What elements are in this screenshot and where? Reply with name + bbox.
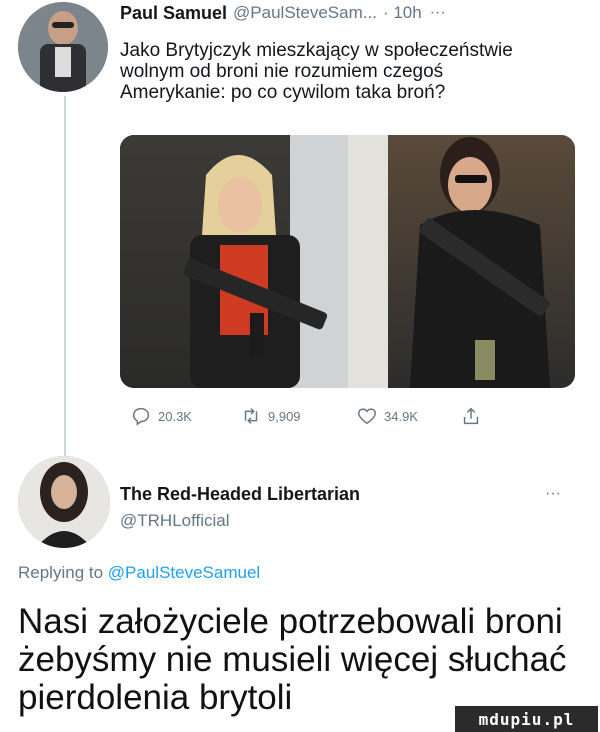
tweet-header: Paul Samuel @PaulSteveSam... · 10h ··· [120,0,590,26]
replying-to-handle[interactable]: @PaulSteveSamuel [108,563,260,582]
retweet-icon [244,408,258,424]
reply-author-handle[interactable]: @TRHLofficial [120,511,230,531]
watermark-badge: mdupiu.pl [455,706,598,732]
like-action[interactable]: 34.9K [356,405,418,427]
tweet-text-line: Jako Brytyjczyk mieszkający w społeczeńs… [120,40,513,61]
author-handle[interactable]: @PaulSteveSam... [233,3,377,23]
tweet-photo[interactable] [120,135,575,388]
tweet-time[interactable]: · 10h [383,3,422,23]
replying-to: Replying to @PaulSteveSamuel [18,563,260,583]
tweet-text: Jako Brytyjczyk mieszkający w społeczeńs… [120,40,595,103]
share-action[interactable] [460,405,482,427]
avatar-image [18,456,110,548]
reply-more-menu-button[interactable]: ··· [545,485,561,503]
replying-to-label: Replying to [18,563,104,582]
like-icon [358,408,376,425]
more-menu-button[interactable]: ··· [430,4,446,22]
tweet-text-line: Amerykanie: po co cywilom taka broń? [120,82,446,103]
thread-line [64,96,66,456]
share-icon [463,407,479,425]
retweet-action[interactable]: 9,909 [240,405,301,427]
reply-count: 20.3K [158,408,192,424]
author-avatar[interactable] [18,2,108,92]
tweet-text-line: wolnym od broni nie rozumiem czegoś [120,61,444,82]
like-count: 34.9K [384,408,418,424]
reply-header: The Red-Headed Libertarian ··· [120,482,590,506]
reply-action[interactable]: 20.3K [130,405,192,427]
photo-image [120,135,575,388]
author-name[interactable]: Paul Samuel [120,3,227,24]
caption-line: Nasi założyciele potrzebowali broni [18,602,563,641]
caption-line: żebyśmy nie musieli więcej słuchać [18,640,567,679]
retweet-count: 9,909 [268,408,301,424]
reply-author-name[interactable]: The Red-Headed Libertarian [120,484,360,505]
meme-caption: Nasi założyciele potrzebowali broni żeby… [18,603,588,717]
reply-icon [132,407,150,426]
reply-author-avatar[interactable] [18,456,110,548]
avatar-image [18,2,108,92]
